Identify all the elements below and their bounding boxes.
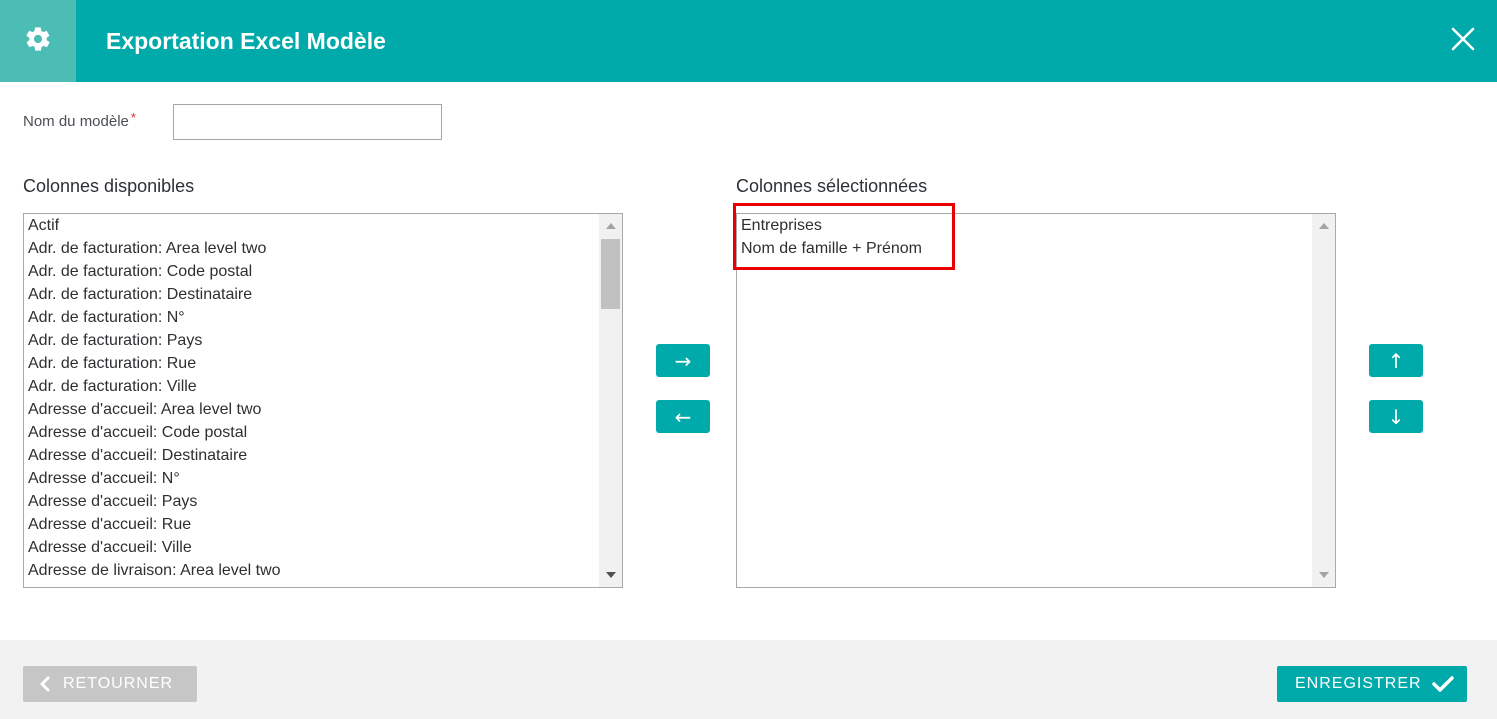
back-button[interactable]: RETOURNER [23, 666, 197, 702]
selected-columns-list[interactable]: Entreprises Nom de famille + Prénom [736, 213, 1336, 588]
save-button[interactable]: ENREGISTRER [1277, 666, 1467, 702]
available-list-item[interactable]: Adresse d'accueil: Area level two [28, 399, 598, 422]
scroll-down-arrow[interactable] [599, 565, 622, 585]
scroll-up-arrow[interactable] [599, 216, 622, 236]
dialog-title: Exportation Excel Modèle [106, 28, 386, 54]
available-list-item[interactable]: Adr. de facturation: N° [28, 307, 598, 330]
save-button-label: ENREGISTRER [1295, 675, 1422, 692]
model-name-input[interactable] [173, 104, 442, 140]
selected-list-item[interactable]: Nom de famille + Prénom [741, 238, 1311, 261]
remove-column-button[interactable]: ← [656, 400, 710, 433]
selected-list-item[interactable]: Entreprises [741, 215, 1311, 238]
available-list-item[interactable]: Adresse d'accueil: Code postal [28, 422, 598, 445]
header-icon-box [0, 0, 76, 82]
available-list-item[interactable]: Actif [28, 215, 598, 238]
available-list-item[interactable]: Adresse d'accueil: Pays [28, 491, 598, 514]
available-list-item[interactable]: Adresse d'accueil: Destinataire [28, 445, 598, 468]
available-columns-list[interactable]: Actif Adr. de facturation: Area level tw… [23, 213, 623, 588]
back-button-label: RETOURNER [63, 675, 174, 692]
selected-scrollbar[interactable] [1312, 214, 1335, 587]
available-list-item[interactable]: Adresse d'accueil: N° [28, 468, 598, 491]
available-list-item[interactable]: Adr. de facturation: Pays [28, 330, 598, 353]
available-list-item[interactable]: Adr. de facturation: Area level two [28, 238, 598, 261]
available-scrollbar[interactable] [599, 214, 622, 587]
scroll-down-arrow[interactable] [1312, 565, 1335, 585]
checkmark-icon [1431, 675, 1454, 693]
close-icon [1451, 27, 1475, 56]
scroll-thumb[interactable] [601, 239, 620, 309]
dialog-footer [0, 640, 1497, 719]
required-mark: * [130, 110, 136, 125]
move-down-button[interactable]: ↓ [1369, 400, 1423, 433]
available-list-item[interactable]: Adr. de facturation: Ville [28, 376, 598, 399]
add-column-button[interactable]: → [656, 344, 710, 377]
available-list-item[interactable]: Adresse de livraison: Area level two [28, 560, 598, 583]
available-list-item[interactable]: Adr. de facturation: Code postal [28, 261, 598, 284]
model-name-label: Nom du modèle * [23, 110, 136, 130]
gear-icon [24, 25, 52, 58]
scroll-up-arrow[interactable] [1312, 216, 1335, 236]
available-list-item[interactable]: Adresse d'accueil: Rue [28, 514, 598, 537]
move-up-button[interactable]: ↑ [1369, 344, 1423, 377]
available-list-item[interactable]: Adr. de facturation: Destinataire [28, 284, 598, 307]
available-list-item[interactable]: Adresse d'accueil: Ville [28, 537, 598, 560]
available-columns-label: Colonnes disponibles [23, 176, 195, 196]
dialog-header: Exportation Excel Modèle [0, 0, 1497, 82]
model-name-label-text: Nom du modèle [23, 113, 129, 130]
close-button[interactable] [1446, 24, 1480, 58]
selected-columns-label: Colonnes sélectionnées [736, 176, 928, 196]
available-list-item[interactable]: Adr. de facturation: Rue [28, 353, 598, 376]
chevron-left-icon [33, 676, 57, 692]
